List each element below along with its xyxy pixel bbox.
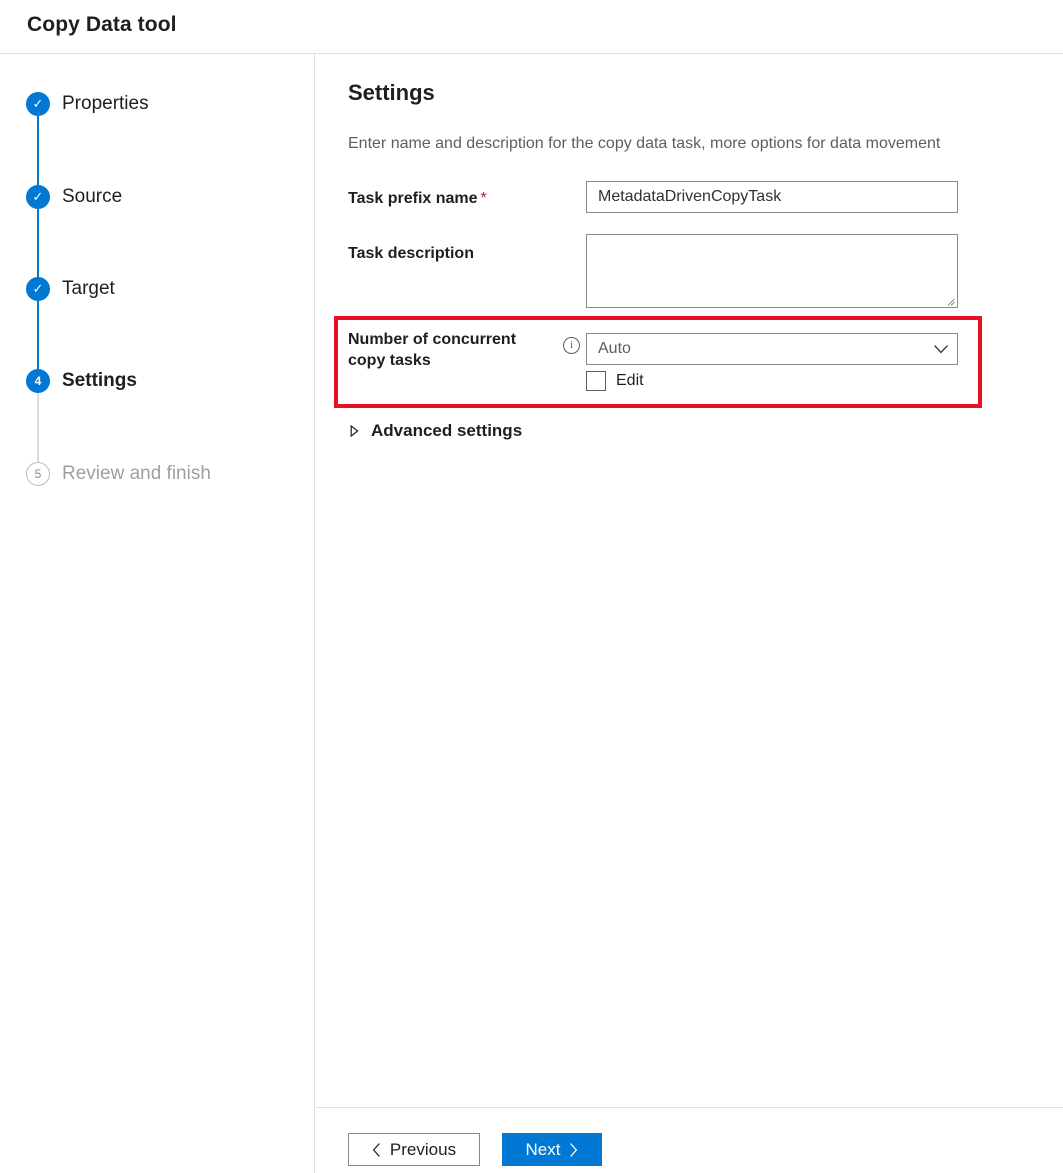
task-prefix-name-label: Task prefix name* (348, 188, 487, 209)
required-asterisk: * (481, 190, 487, 207)
triangle-right-icon (348, 424, 360, 438)
wizard-steps-sidebar: ✓ Properties ✓ Source ✓ Target 4 Setting… (0, 54, 315, 1173)
page-subtitle: Enter name and description for the copy … (348, 135, 940, 153)
page-title: Settings (348, 80, 435, 106)
settings-panel: Settings Enter name and description for … (316, 54, 1063, 1107)
sidebar-step-label: Settings (62, 370, 137, 392)
app-header: Copy Data tool (0, 0, 1063, 54)
step-complete-icon: ✓ (26, 185, 50, 209)
chevron-left-icon (372, 1143, 381, 1157)
step-complete-icon: ✓ (26, 92, 50, 116)
step-complete-icon: ✓ (26, 277, 50, 301)
concurrent-copy-tasks-dropdown[interactable]: Auto (586, 333, 958, 365)
sidebar-step-label: Target (62, 278, 115, 300)
concurrent-copy-tasks-label-line2: copy tasks (348, 352, 431, 369)
next-button[interactable]: Next (502, 1133, 602, 1166)
sidebar-step-target[interactable]: ✓ Target (26, 276, 115, 302)
sidebar-step-label: Review and finish (62, 463, 211, 485)
previous-button-label: Previous (390, 1140, 456, 1160)
chevron-down-icon (925, 345, 957, 354)
step-number: 5 (35, 468, 42, 480)
step-number-badge: 4 (26, 369, 50, 393)
sidebar-step-source[interactable]: ✓ Source (26, 184, 122, 210)
advanced-settings-label: Advanced settings (371, 421, 522, 441)
wizard-footer: Previous Next (316, 1107, 1063, 1173)
advanced-settings-toggle[interactable]: Advanced settings (348, 421, 522, 441)
task-description-textarea[interactable] (586, 234, 958, 308)
previous-button[interactable]: Previous (348, 1133, 480, 1166)
step-number: 4 (35, 375, 42, 387)
edit-checkbox[interactable] (586, 371, 606, 391)
check-icon: ✓ (33, 190, 44, 203)
next-button-label: Next (526, 1140, 561, 1160)
edit-checkbox-label: Edit (616, 372, 644, 390)
concurrent-copy-tasks-dropdown-value: Auto (587, 340, 925, 358)
check-icon: ✓ (33, 282, 44, 295)
task-prefix-name-input[interactable] (586, 181, 958, 213)
check-icon: ✓ (33, 97, 44, 110)
concurrent-copy-tasks-label-line1: Number of concurrent (348, 331, 516, 348)
sidebar-step-settings[interactable]: 4 Settings (26, 368, 137, 394)
sidebar-step-properties[interactable]: ✓ Properties (26, 91, 149, 117)
task-prefix-name-label-text: Task prefix name (348, 190, 478, 207)
app-title: Copy Data tool (27, 13, 177, 37)
edit-checkbox-row[interactable]: Edit (586, 371, 644, 391)
chevron-right-icon (569, 1143, 578, 1157)
sidebar-step-label: Source (62, 186, 122, 208)
sidebar-step-label: Properties (62, 93, 149, 115)
info-icon[interactable]: i (563, 337, 580, 354)
sidebar-step-review-and-finish[interactable]: 5 Review and finish (26, 461, 211, 487)
step-number-badge: 5 (26, 462, 50, 486)
task-description-label: Task description (348, 243, 474, 264)
concurrent-copy-tasks-label: Number of concurrent copy tasks (348, 329, 558, 371)
